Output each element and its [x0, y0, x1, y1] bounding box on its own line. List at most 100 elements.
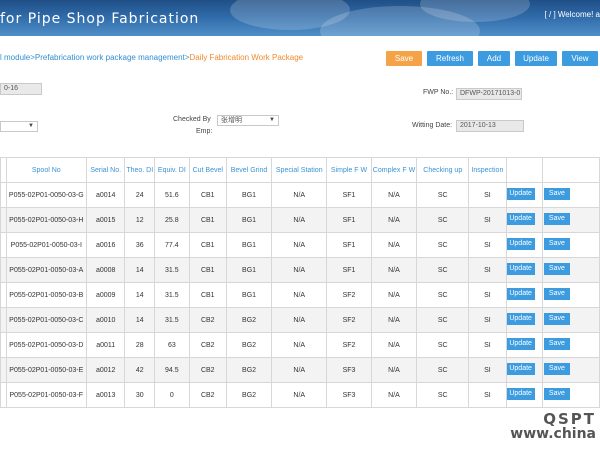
column-header: Theo. DI: [124, 157, 156, 183]
column-header: [541, 157, 600, 183]
row-save-button[interactable]: Save: [543, 363, 570, 375]
table-cell: CB2: [188, 382, 227, 408]
emp-label: Emp:: [196, 128, 213, 135]
table-cell: P055-02P01-0050-03-C: [5, 307, 88, 333]
table-cell: SC: [416, 232, 470, 258]
user-welcome: [ / ] Welcome! a: [545, 10, 600, 19]
table-cell: SF3: [326, 382, 372, 408]
breadcrumb-current: Daily Fabrication Work Package: [189, 53, 304, 62]
row-save-button[interactable]: Save: [543, 388, 570, 400]
row-save-button[interactable]: Save: [543, 263, 570, 275]
row-update-button[interactable]: Update: [507, 388, 535, 400]
table-cell: SF2: [326, 282, 372, 308]
row-update-button[interactable]: Update: [507, 188, 535, 200]
save-cell: Save: [541, 307, 600, 333]
view-button[interactable]: View: [562, 51, 598, 66]
table-cell: 14: [124, 257, 156, 283]
update-cell: Update: [505, 207, 543, 233]
save-button[interactable]: Save: [386, 51, 422, 66]
table-row: P055-02P01-0050-03-D a0011 28 63 CB2 BG2 N/A SF…: [0, 332, 600, 358]
refresh-button[interactable]: Refresh: [427, 51, 473, 66]
table-row: P055-02P01-0050-03-G a0014 24 51.6 CB1 BG1 N/A…: [0, 182, 600, 208]
row-save-button[interactable]: Save: [543, 238, 570, 250]
column-header: Checking up: [416, 157, 470, 183]
table-cell: SC: [416, 182, 470, 208]
table-row: P055-02P01-0050-03-F a0013 30 0 CB2 BG2 N/A SF3…: [0, 382, 600, 408]
table-cell: CB1: [188, 257, 227, 283]
column-header: Special Station: [271, 157, 328, 183]
watermark: QSPT www.china: [510, 410, 596, 442]
table-cell: P055-02P01-0050-03-E: [5, 357, 88, 383]
table-cell: CB2: [188, 307, 227, 333]
table-cell: BG2: [225, 357, 273, 383]
row-save-button[interactable]: Save: [543, 313, 570, 325]
table-cell: 0: [154, 382, 190, 408]
toolbar: Save Refresh Add Update View: [386, 51, 600, 66]
work-package-table: Spool No Serial No. Theo. DI Equiv. DI Cut B…: [0, 157, 600, 408]
table-cell: 63: [154, 332, 190, 358]
table-cell: BG1: [225, 207, 273, 233]
table-cell: SI: [468, 232, 507, 258]
update-cell: Update: [505, 232, 543, 258]
row-save-button[interactable]: Save: [543, 338, 570, 350]
fwp-no-field[interactable]: DFWP-20171013-0: [456, 88, 522, 100]
table-cell: BG1: [225, 257, 273, 283]
add-button[interactable]: Add: [478, 51, 510, 66]
date-field[interactable]: 0-16: [0, 83, 42, 95]
column-header: Bevel Grind: [225, 157, 273, 183]
table-cell: SC: [416, 382, 470, 408]
table-cell: SF2: [326, 307, 372, 333]
table-cell: SC: [416, 282, 470, 308]
table-cell: 42: [124, 357, 156, 383]
table-cell: SF1: [326, 232, 372, 258]
table-cell: P055-02P01-0050-03-G: [5, 182, 88, 208]
update-button[interactable]: Update: [515, 51, 557, 66]
table-cell: CB2: [188, 332, 227, 358]
filter-select[interactable]: ▼: [0, 121, 38, 132]
table-cell: SI: [468, 357, 507, 383]
table-cell: a0008: [86, 257, 126, 283]
table-row: P055-02P01-0050-03-C a0010 14 31.5 CB2 BG2 N/A…: [0, 307, 600, 333]
table-cell: N/A: [271, 232, 328, 258]
save-cell: Save: [541, 282, 600, 308]
table-cell: SF1: [326, 207, 372, 233]
row-update-button[interactable]: Update: [507, 288, 535, 300]
table-cell: CB1: [188, 282, 227, 308]
save-cell: Save: [541, 182, 600, 208]
breadcrumb-item-prefab[interactable]: Prefabrication work package management: [35, 53, 185, 62]
row-update-button[interactable]: Update: [507, 213, 535, 225]
welcome-text: ] Welcome! a: [553, 10, 600, 19]
row-update-button[interactable]: Update: [507, 263, 535, 275]
row-update-button[interactable]: Update: [507, 238, 535, 250]
row-update-button[interactable]: Update: [507, 313, 535, 325]
table-cell: CB1: [188, 182, 227, 208]
row-save-button[interactable]: Save: [543, 188, 570, 200]
column-header: Cut Bevel: [188, 157, 227, 183]
table-cell: BG2: [225, 332, 273, 358]
breadcrumb-item-module[interactable]: l module: [0, 53, 30, 62]
table-cell: N/A: [370, 382, 418, 408]
table-cell: CB1: [188, 207, 227, 233]
table-cell: 14: [124, 282, 156, 308]
update-cell: Update: [505, 357, 543, 383]
writing-date-field[interactable]: 2017-10-13: [456, 120, 524, 132]
table-cell: 28: [124, 332, 156, 358]
row-update-button[interactable]: Update: [507, 338, 535, 350]
writing-date-label: Witting Date:: [412, 122, 453, 129]
checked-by-select[interactable]: 张增明 ▼: [217, 115, 279, 126]
table-cell: BG2: [225, 307, 273, 333]
table-cell: BG1: [225, 232, 273, 258]
table-cell: 51.6: [154, 182, 190, 208]
table-cell: SF2: [326, 332, 372, 358]
row-update-button[interactable]: Update: [507, 363, 535, 375]
save-cell: Save: [541, 232, 600, 258]
table-cell: N/A: [271, 207, 328, 233]
column-header: Equiv. DI: [154, 157, 190, 183]
row-save-button[interactable]: Save: [543, 213, 570, 225]
table-cell: N/A: [271, 357, 328, 383]
table-cell: BG1: [225, 182, 273, 208]
table-cell: a0015: [86, 207, 126, 233]
row-save-button[interactable]: Save: [543, 288, 570, 300]
table-cell: 30: [124, 382, 156, 408]
save-cell: Save: [541, 207, 600, 233]
